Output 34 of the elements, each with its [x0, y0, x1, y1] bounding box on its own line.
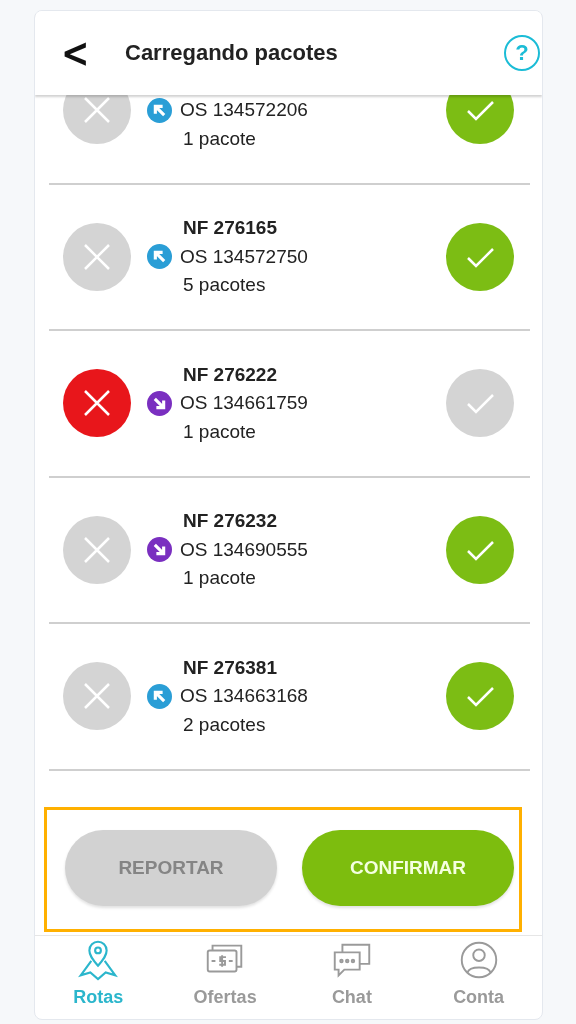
nav-tab[interactable]: Ofertas — [161, 936, 289, 1019]
order-number: OS 134572750 — [180, 245, 308, 268]
arrow-up-left-icon — [147, 683, 172, 709]
package-count: 2 pacotes — [182, 713, 266, 736]
arrow-down-right-icon — [147, 390, 172, 416]
confirm-button[interactable] — [446, 369, 514, 438]
package-count: 5 pacotes — [182, 274, 266, 297]
nav-tab[interactable]: Conta — [415, 936, 542, 1019]
invoice-number: NF 276381 — [182, 656, 277, 679]
package-count: 1 pacote — [182, 567, 256, 590]
arrow-down-right-icon — [147, 537, 172, 563]
confirm-button[interactable] — [446, 515, 514, 584]
invoice-number: NF 276232 — [182, 510, 277, 533]
order-number: OS 134663168 — [180, 685, 308, 708]
order-number: OS 134572206 — [180, 99, 308, 122]
order-number: OS 134690555 — [180, 538, 308, 561]
confirm-button[interactable] — [446, 95, 514, 145]
screen-title: Carregando pacotes — [125, 40, 339, 66]
package-count: 1 pacote — [182, 127, 256, 150]
reject-button[interactable] — [63, 369, 131, 438]
arrow-up-left-icon — [147, 97, 172, 123]
invoice-number: NF 276165 — [182, 217, 277, 240]
nav-tab[interactable]: Rotas — [35, 936, 162, 1019]
order-number: OS 134661759 — [180, 392, 308, 415]
reject-button[interactable] — [63, 95, 131, 145]
confirm-button[interactable] — [446, 662, 514, 731]
invoice-number: NF 276222 — [182, 363, 277, 386]
confirm-button[interactable] — [446, 222, 514, 291]
back-button[interactable]: < — [35, 29, 95, 77]
nav-tab[interactable]: Chat — [288, 936, 416, 1019]
help-button[interactable]: ? — [504, 35, 540, 71]
arrow-up-left-icon — [147, 244, 172, 270]
action-button[interactable]: CONFIRMAR — [302, 829, 514, 906]
package-count: 1 pacote — [182, 420, 256, 443]
